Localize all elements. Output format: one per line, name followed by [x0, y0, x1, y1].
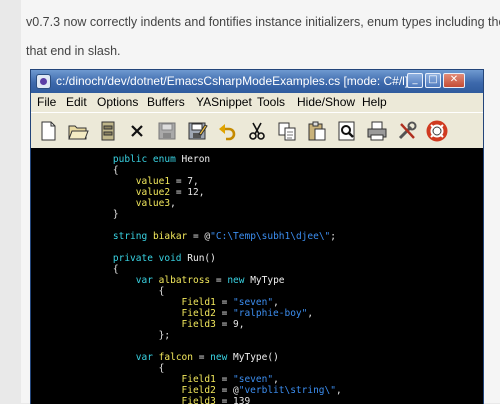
emacs-icon[interactable] — [36, 74, 51, 89]
copy-icon[interactable] — [276, 120, 298, 142]
code-line: var falcon = new MyType() — [135, 352, 279, 363]
code-line: { — [158, 363, 165, 374]
new-file-icon[interactable] — [37, 120, 59, 142]
code-line: public enum Heron — [112, 154, 211, 165]
close-window-button[interactable]: ✕ — [443, 73, 465, 88]
maximize-button[interactable]: □ — [425, 73, 441, 88]
code-line: Field1 = "seven", — [181, 297, 279, 308]
menu-options[interactable]: Options — [97, 95, 138, 109]
minimize-button[interactable]: _ — [407, 73, 423, 88]
code-line: var albatross = new MyType — [135, 275, 285, 286]
code-line: { — [112, 165, 119, 176]
menu-help[interactable]: Help — [362, 95, 387, 109]
code-line: value3, — [135, 198, 176, 209]
article-paragraph: v0.7.3 now correctly indents and fontifi… — [26, 8, 500, 66]
close-icon[interactable] — [126, 120, 148, 142]
code-line: { — [112, 264, 119, 275]
customize-icon[interactable] — [396, 120, 418, 142]
code-line: } — [112, 209, 119, 220]
menu-file[interactable]: File — [37, 95, 56, 109]
article-page: v0.7.3 now correctly indents and fontifi… — [21, 0, 500, 404]
paragraph-line-1: v0.7.3 now correctly indents and fontifi… — [26, 15, 500, 29]
menu-hide-show[interactable]: Hide/Show — [297, 95, 355, 109]
search-icon[interactable] — [336, 120, 358, 142]
code-line: }; — [158, 330, 171, 341]
undo-icon[interactable] — [216, 120, 238, 142]
code-line: value2 = 12, — [135, 187, 205, 198]
emacs-window-screenshot: c:/dinoch/dev/dotnet/EmacsCsharpModeExam… — [30, 69, 484, 404]
code-line: Field3 = 9, — [181, 319, 245, 330]
save-as-icon[interactable] — [186, 120, 208, 142]
help-icon[interactable] — [426, 120, 448, 142]
cut-icon[interactable] — [246, 120, 268, 142]
save-icon[interactable] — [156, 120, 178, 142]
menu-tools[interactable]: Tools — [257, 95, 285, 109]
open-folder-icon[interactable] — [67, 120, 89, 142]
window-title: c:/dinoch/dev/dotnet/EmacsCsharpModeExam… — [56, 74, 409, 88]
window-titlebar: c:/dinoch/dev/dotnet/EmacsCsharpModeExam… — [31, 70, 483, 93]
code-line: value1 = 7, — [135, 176, 199, 187]
menu-buffers[interactable]: Buffers — [147, 95, 185, 109]
code-line: Field1 = "seven", — [181, 374, 279, 385]
code-line: string biakar = @"C:\Temp\subh1\djee\"; — [112, 231, 336, 242]
dired-icon[interactable] — [97, 120, 119, 142]
code-text: public enum Heron { value1 = 7, value2 =… — [90, 154, 342, 404]
menu-bar: File Edit Options Buffers YASnippet Tool… — [31, 93, 483, 112]
code-line: { — [158, 286, 165, 297]
toolbar — [31, 112, 483, 148]
print-icon[interactable] — [366, 120, 388, 142]
menu-edit[interactable]: Edit — [66, 95, 87, 109]
code-line: Field2 = "ralphie-boy", — [181, 308, 314, 319]
paragraph-line-2: that end in slash. — [26, 44, 121, 58]
code-editor[interactable]: public enum Heron { value1 = 7, value2 =… — [31, 148, 483, 404]
code-line: Field2 = @"verblit\string\", — [181, 385, 342, 396]
menu-yasnippet[interactable]: YASnippet — [196, 95, 252, 109]
code-line: private void Run() — [112, 253, 216, 264]
paste-icon[interactable] — [306, 120, 328, 142]
